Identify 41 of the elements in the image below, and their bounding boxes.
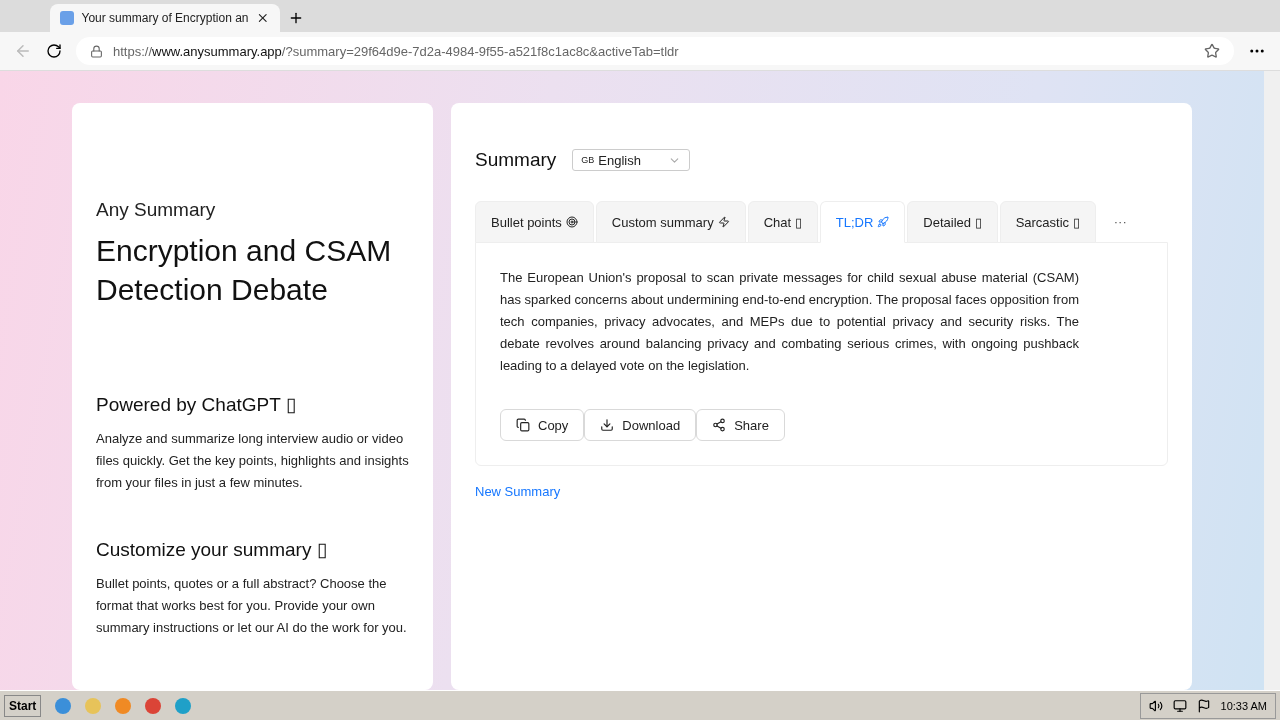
language-select[interactable]: GB English: [572, 149, 691, 171]
share-button[interactable]: Share: [696, 409, 785, 441]
network-icon[interactable]: [1172, 698, 1187, 713]
summary-text: The European Union's proposal to scan private messages for child sexual abuse material (CSAM) has sparked concerns about undermining end-to-end encryption. The proposal faces opposition from tech companies, privacy advocates, and MEPs due to potential privacy and security risks. The debate revolves around balancing privacy and combating serious crimes, with ongoing pushback leading to a delayed vote on the legislation.: [500, 269, 1079, 375]
download-icon: [600, 418, 615, 432]
download-button[interactable]: Download: [584, 409, 697, 441]
section-heading: Powered by ChatGPT ▯: [96, 393, 297, 416]
summary-tab[interactable]: Chat ▯: [747, 201, 818, 243]
share-icon: [712, 418, 727, 432]
brand-name: Any Summary: [96, 199, 217, 221]
summary-tab[interactable]: Custom summary: [595, 201, 746, 243]
summary-heading: Summary: [475, 149, 557, 171]
flag-icon[interactable]: [1196, 698, 1211, 713]
bolt-icon: [717, 216, 730, 228]
section-text: Bullet points, quotes or a full abstract? Choose the format that works best for you. Provide your own summary instructions or let our AI do the work for you.: [96, 575, 408, 637]
favorite-icon[interactable]: [1204, 43, 1220, 59]
summary-tab[interactable]: Detailed ▯: [907, 201, 998, 243]
target-icon: [565, 216, 578, 228]
new-summary-link[interactable]: New Summary: [475, 484, 561, 499]
copy-icon: [516, 418, 530, 432]
close-icon[interactable]: [256, 11, 270, 25]
start-button[interactable]: Start: [4, 694, 42, 717]
summary-tab[interactable]: Bullet points: [475, 201, 594, 243]
more-tabs[interactable]: ···: [1097, 201, 1143, 241]
section-heading: Customize your summary ▯: [96, 538, 328, 561]
reload-icon[interactable]: [46, 43, 62, 59]
summary-tab[interactable]: Sarcastic ▯: [999, 201, 1096, 243]
browser-tab[interactable]: Your summary of Encryption an: [50, 4, 280, 32]
new-tab-icon[interactable]: [288, 10, 304, 26]
tab-title: Your summary of Encryption an: [81, 11, 249, 25]
rocket-icon: [877, 216, 890, 228]
page-icon: [60, 11, 74, 25]
lock-icon: [90, 44, 103, 58]
section-text: Analyze and summarize long interview audio or video files quickly. Get the key points, highlights and insights from your files in just a few minutes.: [96, 430, 409, 492]
summary-tab[interactable]: TL;DR: [819, 201, 906, 243]
address-field[interactable]: https://www.anysummary.app/?summary=29f64d9e-7d2a-4984-9f55-a521f8c1ac8c&activeTab=tldr: [76, 37, 1234, 65]
copy-button[interactable]: Copy: [500, 409, 585, 441]
scrollbar[interactable]: [1264, 71, 1280, 690]
volume-icon[interactable]: [1148, 698, 1163, 713]
page-title: Encryption and CSAM Detection Debate: [96, 233, 393, 308]
clock: 10:33 AM: [1220, 699, 1267, 712]
